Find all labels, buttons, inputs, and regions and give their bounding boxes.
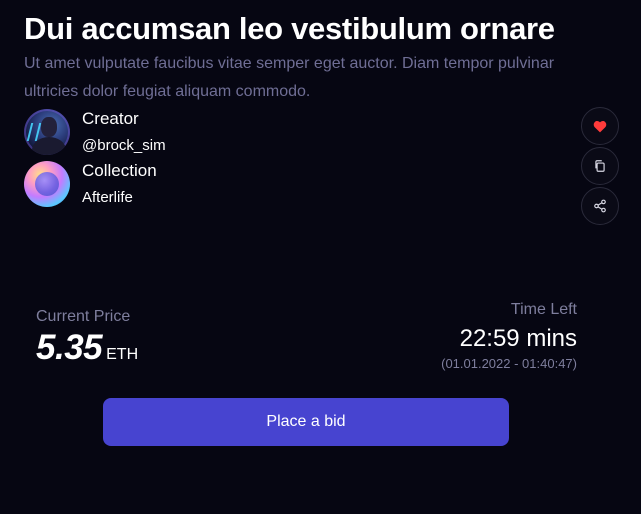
time-left-value: 22:59 mins bbox=[459, 325, 577, 352]
current-price: 5.35 ETH bbox=[36, 328, 138, 368]
copy-button[interactable] bbox=[581, 147, 619, 185]
price-value: 5.35 bbox=[36, 328, 103, 367]
heart-icon bbox=[593, 120, 607, 132]
collection-label: Collection bbox=[82, 161, 157, 180]
collection-avatar[interactable] bbox=[24, 161, 70, 207]
place-bid-button[interactable]: Place a bid bbox=[103, 398, 509, 446]
share-button[interactable] bbox=[581, 187, 619, 225]
current-price-label: Current Price bbox=[36, 308, 131, 325]
time-left-label: Time Left bbox=[510, 301, 577, 318]
creator-row[interactable]: Creator @brock_sim bbox=[24, 108, 166, 156]
copy-icon bbox=[595, 160, 605, 172]
creator-handle[interactable]: @brock_sim bbox=[82, 136, 166, 156]
collection-row[interactable]: Collection Afterlife bbox=[24, 160, 157, 208]
item-description: Ut amet vulputate faucibus vitae semper … bbox=[24, 55, 555, 100]
like-button[interactable] bbox=[581, 107, 619, 145]
creator-avatar[interactable] bbox=[24, 109, 70, 155]
share-icon bbox=[594, 199, 606, 213]
action-buttons bbox=[581, 107, 621, 225]
time-left-range: (01.01.2022 - 01:40:47) bbox=[441, 356, 577, 371]
price-currency: ETH bbox=[106, 346, 139, 363]
creator-label: Creator bbox=[82, 109, 139, 128]
collection-name[interactable]: Afterlife bbox=[82, 188, 157, 208]
item-title: Dui accumsan leo vestibulum ornare bbox=[24, 11, 555, 46]
